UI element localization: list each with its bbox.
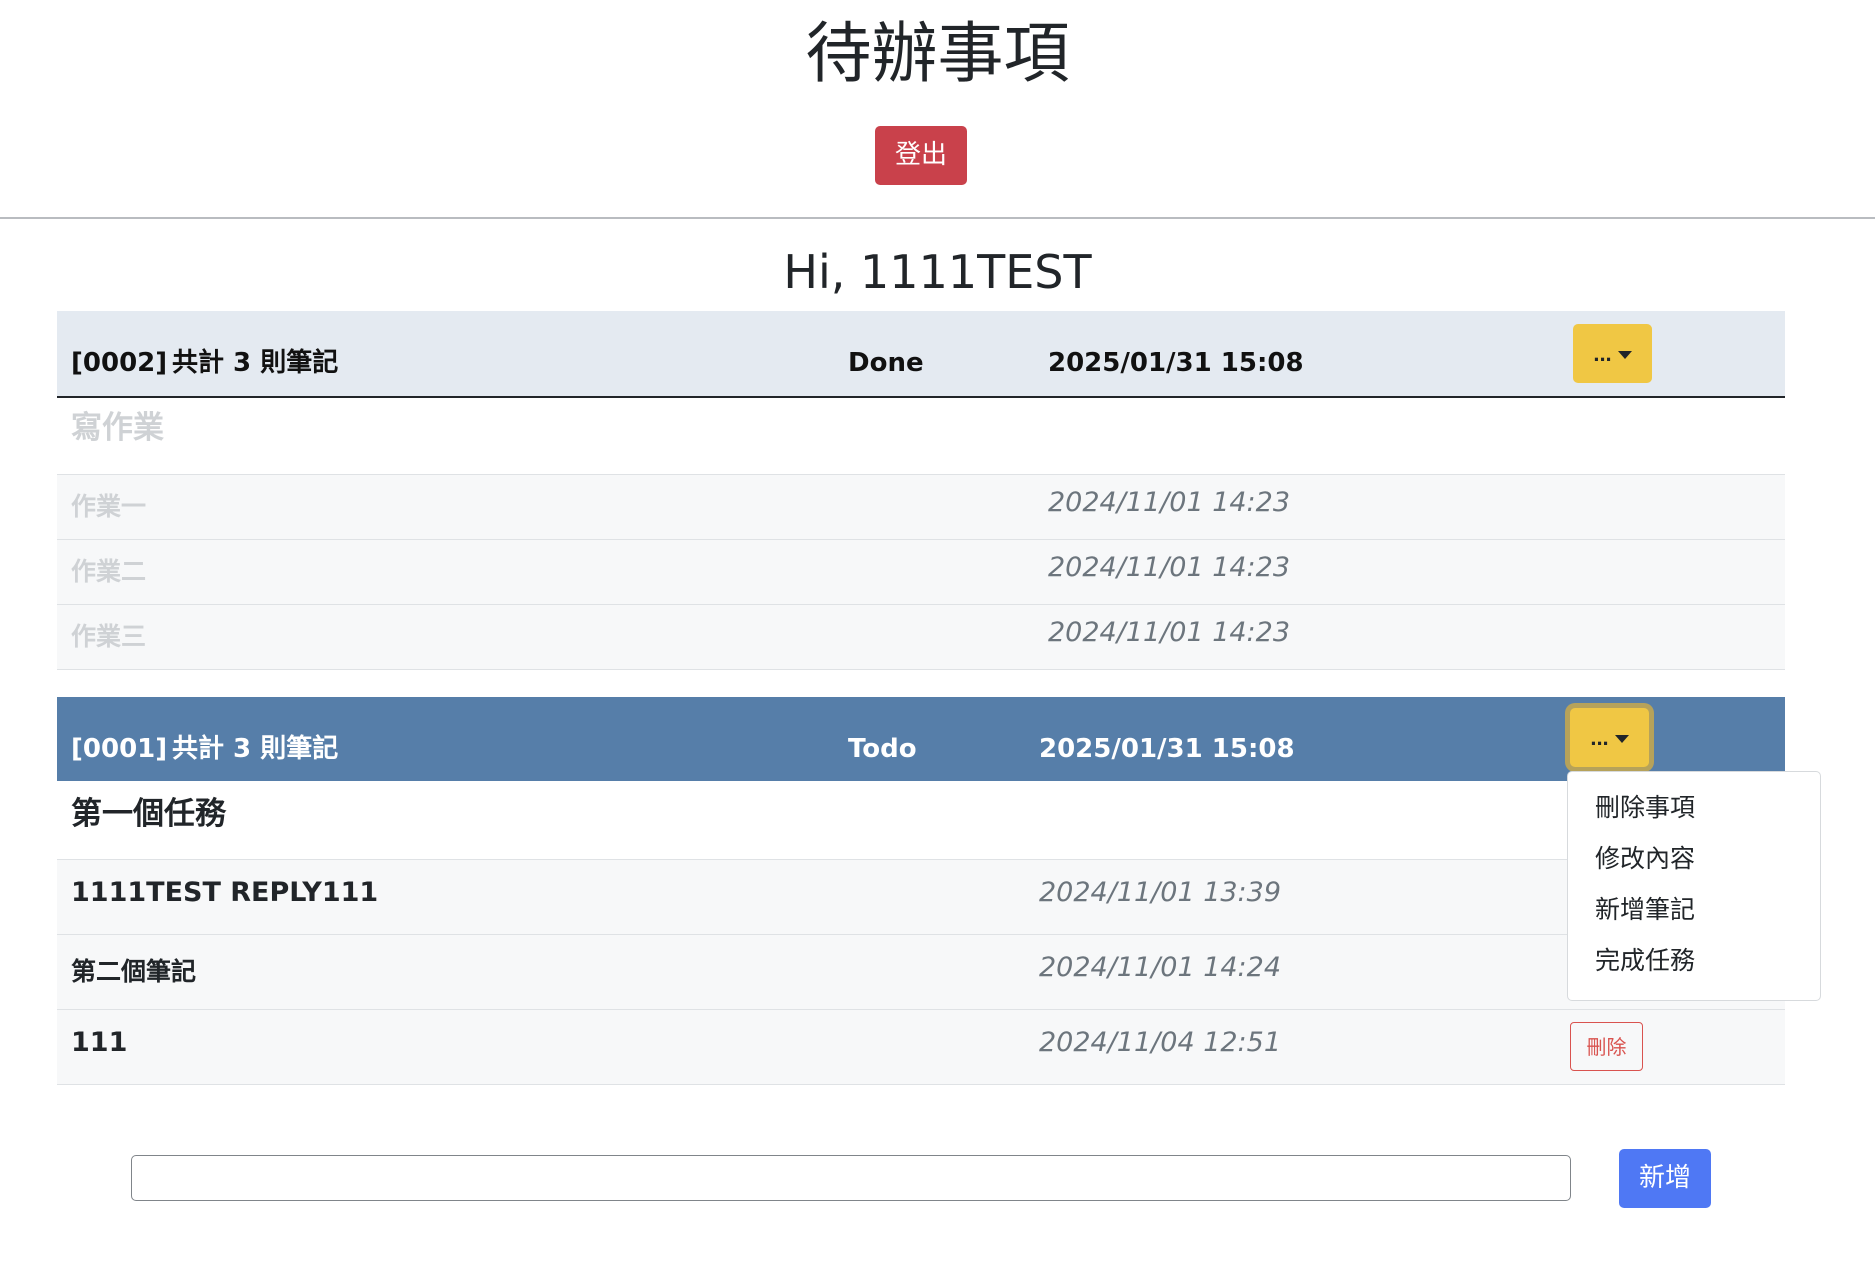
task-dropdown-menu: 刪除事項 修改內容 新增筆記 完成任務 xyxy=(1567,771,1821,1001)
note-row: 111 2024/11/04 12:51 xyxy=(57,1009,1785,1084)
page-title: 待辦事項 xyxy=(805,15,1070,92)
note-time: 2024/11/01 14:24 xyxy=(1039,952,1282,983)
logout-button[interactable]: 登出 xyxy=(875,126,967,185)
task-note-count: 共計 3 則筆記 xyxy=(172,348,339,378)
note-text: 1111TEST REPLY111 xyxy=(71,877,379,908)
note-row: 作業一 2024/11/01 14:23 xyxy=(57,474,1785,539)
menu-item-edit-content[interactable]: 修改內容 xyxy=(1595,839,1695,879)
note-text: 111 xyxy=(71,1027,128,1058)
header-divider xyxy=(0,217,1875,219)
note-time: 2024/11/04 12:51 xyxy=(1039,1027,1282,1058)
menu-item-delete-task[interactable]: 刪除事項 xyxy=(1595,788,1695,828)
note-time: 2024/11/01 14:23 xyxy=(1048,552,1291,583)
task-menu-toggle[interactable]: ... xyxy=(1570,708,1649,767)
note-row: 第二個筆記 2024/11/01 14:24 xyxy=(57,934,1785,1009)
greeting-text: Hi, 1111TEST xyxy=(783,245,1092,299)
toggle-label: ... xyxy=(1593,341,1612,366)
note-text: 作業三 xyxy=(71,622,147,651)
note-time: 2024/11/01 14:23 xyxy=(1048,487,1291,518)
task-header-0002: [0002] 共計 3 則筆記 Done 2025/01/31 15:08 ..… xyxy=(57,311,1785,398)
note-text: 作業二 xyxy=(71,557,147,586)
note-time: 2024/11/01 14:23 xyxy=(1048,617,1291,648)
task-status: Todo xyxy=(848,734,917,764)
menu-item-complete-task[interactable]: 完成任務 xyxy=(1595,941,1695,981)
task-id: [0001] xyxy=(71,734,168,764)
note-text: 第二個筆記 xyxy=(71,957,197,986)
task-status: Done xyxy=(848,348,924,378)
menu-item-add-note[interactable]: 新增筆記 xyxy=(1595,890,1695,930)
note-row: 作業二 2024/11/01 14:23 xyxy=(57,539,1785,604)
task-header-0001: [0001] 共計 3 則筆記 Todo 2025/01/31 15:08 ..… xyxy=(57,697,1785,781)
task-id: [0002] xyxy=(71,348,168,378)
caret-down-icon xyxy=(1614,735,1629,744)
note-row: 作業三 2024/11/01 14:23 xyxy=(57,604,1785,669)
task-note-count: 共計 3 則筆記 xyxy=(172,734,339,764)
task-title-0001: 第一個任務 xyxy=(71,796,226,832)
note-text: 作業一 xyxy=(71,492,147,521)
caret-down-icon xyxy=(1617,351,1632,360)
note-row: 1111TEST REPLY111 2024/11/01 13:39 xyxy=(57,859,1785,934)
row-divider xyxy=(57,1084,1785,1085)
task-datetime: 2025/01/31 15:08 xyxy=(1048,348,1304,378)
task-title-0002: 寫作業 xyxy=(71,410,164,446)
task-datetime: 2025/01/31 15:08 xyxy=(1039,734,1295,764)
delete-note-button[interactable]: 刪除 xyxy=(1570,1022,1643,1071)
new-task-input[interactable] xyxy=(131,1155,1571,1201)
note-time: 2024/11/01 13:39 xyxy=(1039,877,1282,908)
row-divider xyxy=(57,669,1785,670)
toggle-label: ... xyxy=(1590,725,1609,750)
add-task-button[interactable]: 新增 xyxy=(1619,1149,1711,1208)
task-menu-toggle[interactable]: ... xyxy=(1573,324,1652,383)
